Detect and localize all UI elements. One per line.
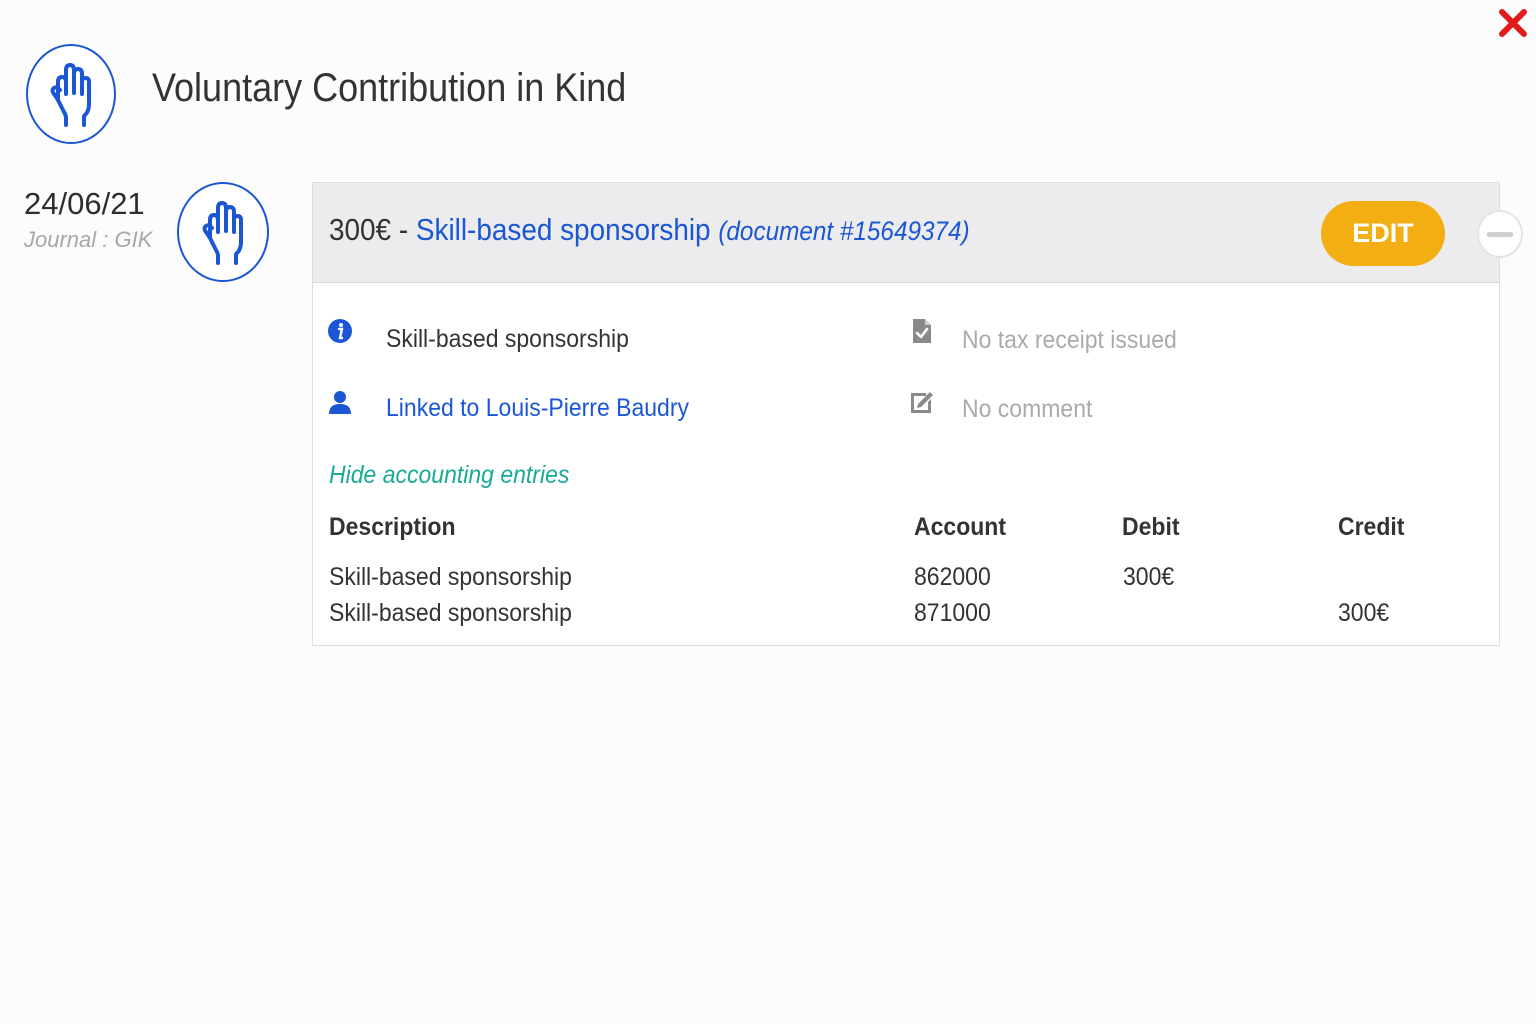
header-avatar [26,44,116,144]
hide-accounting-entries-link[interactable]: Hide accounting entries [329,461,569,490]
user-icon [329,391,351,414]
category-text: Skill-based sponsorship [386,325,629,353]
hand-icon [202,201,243,265]
entry-separator: - [398,212,409,247]
close-button[interactable] [1496,6,1530,40]
info-icon [328,319,352,343]
document-reference: (document #15649374) [718,216,970,246]
table-cell-description: Skill-based sponsorship [329,599,572,627]
table-cell-account: 871000 [914,599,991,627]
page-title: Voluntary Contribution in Kind [152,66,627,110]
entry-type-link[interactable]: Skill-based sponsorship [416,212,711,247]
entry-card-header: 300€ - Skill-based sponsorship (document… [313,183,1499,283]
journal-label: Journal : GIK [24,227,153,252]
column-header-account: Account [914,513,1006,541]
entry-amount: 300€ [329,212,392,247]
receipt-icon [913,319,931,343]
table-cell-debit: 300€ [1123,563,1175,591]
hand-icon [50,63,91,127]
column-header-credit: Credit [1338,513,1405,541]
edit-button[interactable]: EDIT [1321,201,1445,266]
table-cell-account: 862000 [914,563,991,591]
edit-note-icon [911,392,933,413]
entry-summary: 300€ - Skill-based sponsorship (document… [329,212,970,248]
comment-text: No comment [962,395,1093,423]
column-header-debit: Debit [1122,513,1180,541]
entry-card: 300€ - Skill-based sponsorship (document… [312,182,1500,646]
tax-receipt-status: No tax receipt issued [962,326,1177,354]
table-cell-credit: 300€ [1338,599,1390,627]
table-cell-description: Skill-based sponsorship [329,563,572,591]
minus-icon [1487,231,1513,237]
close-icon [1499,9,1527,37]
entry-avatar [177,182,269,282]
entry-date: 24/06/21 [24,186,145,221]
collapse-button[interactable] [1477,210,1523,258]
column-header-description: Description [329,513,456,541]
linked-contact-link[interactable]: Linked to Louis-Pierre Baudry [386,394,689,423]
